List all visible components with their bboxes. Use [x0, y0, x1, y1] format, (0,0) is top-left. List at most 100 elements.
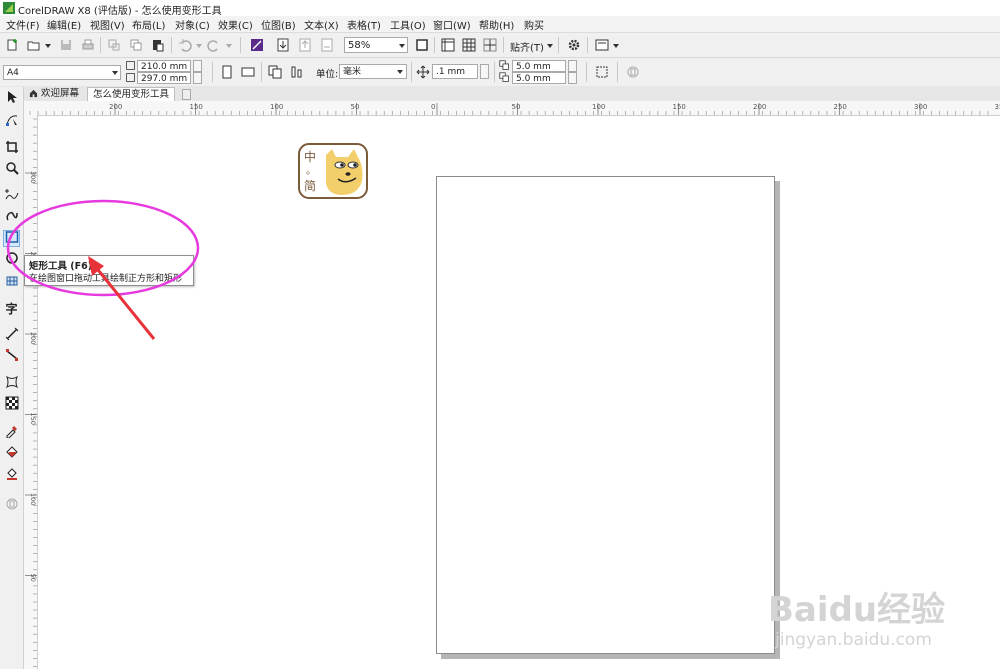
new-tab-icon[interactable] [182, 89, 191, 100]
menu-text[interactable]: 文本(X) [304, 17, 339, 32]
menu-window[interactable]: 窗口(W) [433, 17, 471, 32]
text-tool[interactable]: 字 [3, 300, 20, 317]
all-pages-icon[interactable] [267, 64, 283, 80]
checkerboard-icon [5, 396, 19, 413]
undo-dropdown-icon[interactable] [196, 44, 202, 48]
ruler-label: 150 [29, 413, 37, 425]
tooltip-title: 矩形工具 (F6) [29, 261, 93, 272]
page-border-icon[interactable] [594, 64, 610, 80]
page-height-field[interactable]: 297.0 mm [137, 72, 191, 84]
rectangle-tool[interactable] [3, 230, 20, 247]
export-icon[interactable] [297, 37, 313, 53]
ruler-label: 50 [29, 574, 37, 582]
page-width-field[interactable]: 210.0 mm [137, 60, 191, 72]
show-rulers-icon[interactable] [440, 37, 456, 53]
menu-buy[interactable]: 购买 [524, 17, 544, 32]
duplicate-x-spinner[interactable] [568, 60, 577, 72]
search-content-icon[interactable] [249, 37, 265, 53]
crop-tool[interactable] [3, 140, 20, 157]
page-width-spinner[interactable] [193, 60, 202, 72]
smart-fill-tool[interactable] [3, 467, 20, 484]
tab-welcome-label: 欢迎屏幕 [41, 88, 80, 99]
duplicate-y-field[interactable]: 5.0 mm [512, 72, 566, 84]
snap-dropdown-icon[interactable] [547, 44, 553, 48]
nudge-distance-field[interactable]: .1 mm [432, 64, 478, 79]
menu-tools[interactable]: 工具(O) [390, 17, 426, 32]
application-launcher-icon[interactable] [594, 37, 610, 53]
ruler-label: 200 [753, 103, 766, 111]
menu-effects[interactable]: 效果(C) [218, 17, 253, 32]
sticker-char-dot: 。 [306, 166, 316, 177]
menu-help[interactable]: 帮助(H) [479, 17, 514, 32]
portrait-icon[interactable] [219, 64, 235, 80]
document-page[interactable] [436, 176, 775, 654]
toolbar-separator [100, 37, 101, 53]
artistic-media-tool[interactable] [3, 208, 20, 225]
freehand-icon [4, 187, 19, 204]
redo-dropdown-icon[interactable] [226, 44, 232, 48]
duplicate-y-spinner[interactable] [568, 72, 577, 84]
menu-layout[interactable]: 布局(L) [132, 17, 165, 32]
undo-icon[interactable] [177, 37, 193, 53]
ruler-label: 100 [592, 103, 605, 111]
nudge-distance-spinner[interactable] [480, 64, 489, 79]
import-icon[interactable] [275, 37, 291, 53]
menu-table[interactable]: 表格(T) [347, 17, 381, 32]
save-icon[interactable] [58, 37, 74, 53]
menu-edit[interactable]: 编辑(E) [47, 17, 81, 32]
tab-document-label: 怎么使用变形工具 [93, 89, 170, 100]
landscape-icon[interactable] [240, 64, 256, 80]
ellipse-tool[interactable] [3, 251, 20, 268]
eyedropper-tool[interactable] [3, 424, 20, 441]
menu-bitmap[interactable]: 位图(B) [261, 17, 296, 32]
options-gear-icon[interactable] [566, 37, 582, 53]
menu-file[interactable]: 文件(F) [6, 17, 40, 32]
cut-icon[interactable] [106, 37, 122, 53]
vertical-ruler[interactable]: 30025020015010050 [24, 115, 38, 669]
launcher-dropdown-icon[interactable] [613, 44, 619, 48]
units-dropdown-icon[interactable] [397, 70, 403, 74]
toolbar-separator [171, 37, 172, 53]
freehand-tool[interactable] [3, 187, 20, 204]
tooltip-description: 在绘图窗口拖动工具绘制正方形和矩形 [29, 274, 183, 284]
graph-paper-tool[interactable] [3, 273, 20, 290]
transparency-tool[interactable] [3, 396, 20, 413]
open-folder-icon[interactable] [26, 37, 42, 53]
paste-icon[interactable] [150, 37, 166, 53]
sticker-char-zhong: 中 [304, 149, 316, 164]
connector-tool[interactable] [3, 348, 20, 365]
zoom-tool[interactable] [3, 161, 20, 178]
parallel-dimension-tool[interactable] [3, 327, 20, 344]
open-dropdown-icon[interactable] [45, 44, 51, 48]
menu-view[interactable]: 视图(V) [90, 17, 125, 32]
publish-pdf-icon[interactable] [319, 37, 335, 53]
shape-tool[interactable] [3, 113, 20, 130]
pick-tool[interactable] [3, 90, 20, 107]
duplicate-x-field[interactable]: 5.0 mm [512, 60, 566, 72]
show-grid-icon[interactable] [461, 37, 477, 53]
current-page-icon[interactable] [289, 64, 305, 80]
tab-document[interactable]: 怎么使用变形工具 [87, 87, 176, 101]
full-screen-icon[interactable] [414, 37, 430, 53]
ruler-label: 200 [29, 332, 37, 344]
snap-to-menu[interactable]: 贴齐(T) [510, 39, 544, 54]
redo-icon[interactable] [206, 37, 222, 53]
horizontal-ruler[interactable]: 200 150 100 50 0 50 100 150 200 250 300 35 [24, 101, 1000, 116]
graph-paper-icon [5, 273, 19, 290]
interactive-fill-tool[interactable] [3, 445, 20, 462]
quick-customize-icon[interactable] [625, 64, 641, 80]
page-size-dropdown-icon[interactable] [112, 71, 118, 75]
shadow-tool[interactable] [3, 375, 20, 392]
copy-icon[interactable] [128, 37, 144, 53]
page-height-spinner[interactable] [193, 72, 202, 84]
sticker-char-jian: 简 [304, 179, 316, 193]
new-document-icon[interactable] [4, 37, 20, 53]
print-icon[interactable] [80, 37, 96, 53]
show-guidelines-icon[interactable] [482, 37, 498, 53]
menu-object[interactable]: 对象(C) [175, 17, 210, 32]
tab-welcome-screen[interactable]: 欢迎屏幕 [24, 87, 84, 100]
zoom-dropdown-icon[interactable] [399, 44, 405, 48]
page-size-select[interactable]: A4 [3, 65, 121, 80]
rectangle-tool-tooltip: 矩形工具 (F6) 在绘图窗口拖动工具绘制正方形和矩形 [24, 255, 194, 286]
toolbox-customize[interactable] [3, 497, 20, 514]
